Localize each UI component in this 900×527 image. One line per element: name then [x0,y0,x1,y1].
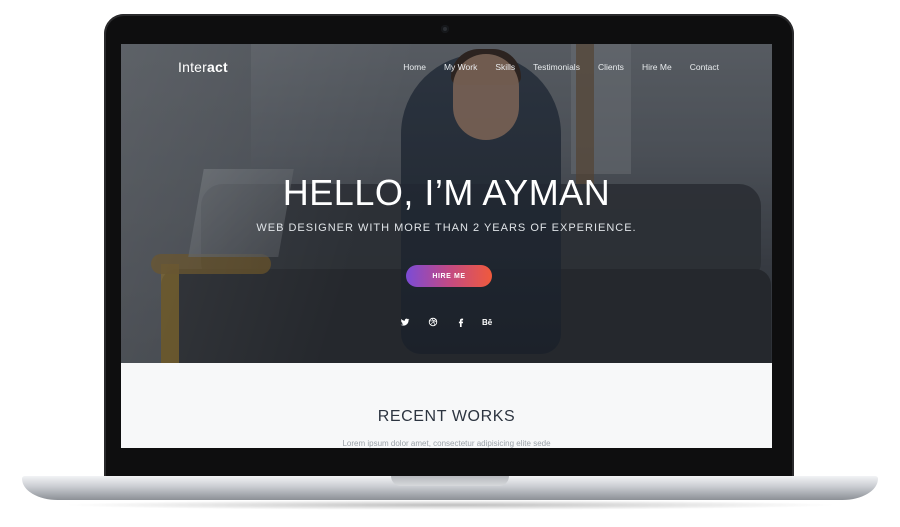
svg-text:Bē: Bē [482,318,493,327]
laptop-shadow [60,500,840,510]
section-subtitle: Lorem ipsum dolor amet, consectetur adip… [342,439,551,448]
nav-item-hire-me[interactable]: Hire Me [642,62,672,72]
top-navigation: Interact Home My Work Skills Testimonial… [178,58,719,76]
hero-title: HELLO, I’M AYMAN [282,172,611,213]
camera-icon [441,25,449,33]
twitter-icon[interactable] [398,317,412,330]
hero-section: Interact Home My Work Skills Testimonial… [121,44,772,363]
nav-item-my-work[interactable]: My Work [444,62,477,72]
laptop-notch [391,476,509,486]
nav-item-contact[interactable]: Contact [690,62,719,72]
nav-item-clients[interactable]: Clients [598,62,624,72]
nav-item-home[interactable]: Home [403,62,426,72]
logo-light-text: Inter [178,59,208,75]
behance-icon[interactable]: Bē [482,317,496,330]
hero-subtitle: WEB DESIGNER WITH MORE THAN 2 YEARS OF E… [256,222,637,234]
nav-item-skills[interactable]: Skills [495,62,515,72]
site-logo[interactable]: Interact [178,59,228,75]
hire-me-button[interactable]: HIRE ME [406,265,492,287]
facebook-icon[interactable] [454,317,468,330]
recent-works-section: RECENT WORKS Lorem ipsum dolor amet, con… [121,363,772,448]
section-title: RECENT WORKS [377,408,516,425]
dribbble-icon[interactable] [426,317,440,330]
laptop-screen: Interact Home My Work Skills Testimonial… [121,44,772,448]
social-links: Bē [121,317,772,330]
nav-item-testimonials[interactable]: Testimonials [533,62,580,72]
logo-bold-text: act [207,59,228,75]
nav-menu: Home My Work Skills Testimonials Clients… [403,62,719,72]
